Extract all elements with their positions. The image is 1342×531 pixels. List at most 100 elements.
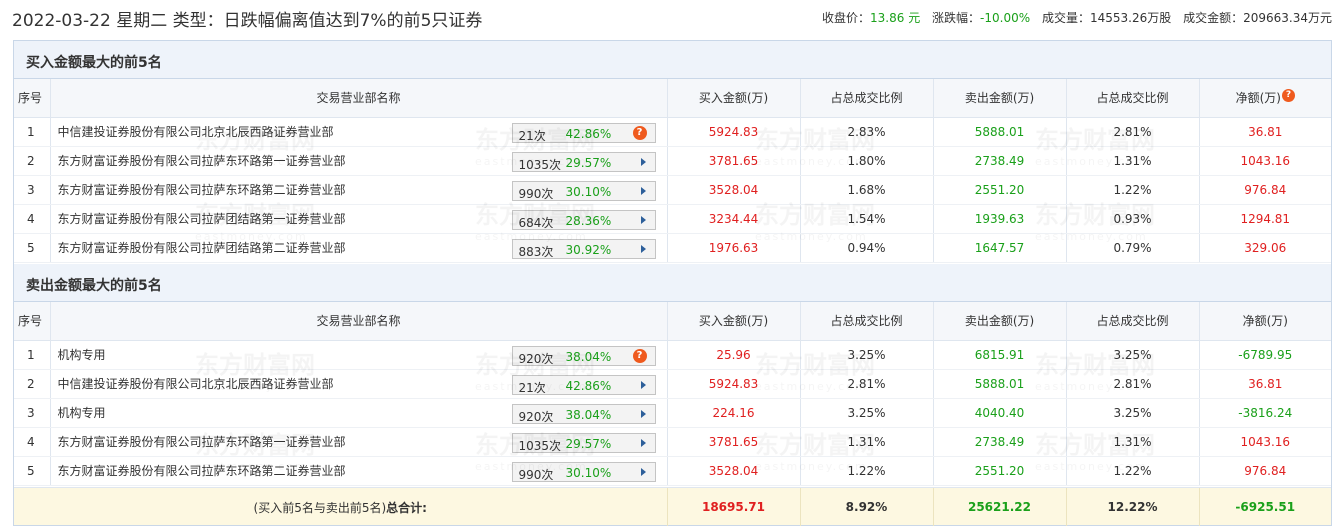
- total-buy: 18695.71: [667, 488, 801, 526]
- table-row[interactable]: 1 中信建投证券股份有限公司北京北辰西路证券营业部 21次 42.86%? 5924.8…: [14, 117, 1331, 147]
- row-seq: 2: [14, 146, 51, 176]
- broker-count: 990次: [518, 467, 554, 482]
- arrow-right-icon[interactable]: [640, 215, 646, 224]
- broker-name[interactable]: 东方财富证券股份有限公司拉萨东环路第一证券营业部: [58, 154, 346, 168]
- arrow-right-icon[interactable]: [640, 409, 646, 418]
- sell-column-header-row: 序号 交易营业部名称 买入金额(万) 占总成交比例 卖出金额(万) 占总成交比例 净额(万): [14, 302, 1331, 341]
- broker-count: 21次: [518, 128, 546, 143]
- table-row[interactable]: 2 东方财富证券股份有限公司拉萨东环路第一证券营业部 1035次 29.57% 3781…: [14, 146, 1331, 176]
- question-icon[interactable]: ?: [1281, 89, 1295, 103]
- broker-count: 883次: [518, 244, 554, 259]
- broker-stats-badge[interactable]: 990次 30.10%: [511, 461, 656, 482]
- row-seq: 4: [14, 204, 51, 234]
- quote-summary: 收盘价：13.86 元 涨跌幅：-10.00% 成交量：14553.26万股 成…: [822, 9, 1332, 26]
- sell-section-header: 卖出金额最大的前5名: [14, 264, 1331, 302]
- row-net: 1294.81: [1199, 204, 1331, 234]
- row-sell-ratio: 2.81%: [1066, 369, 1200, 399]
- row-broker-cell: 东方财富证券股份有限公司拉萨东环路第二证券营业部 990次 30.10%: [50, 175, 668, 205]
- row-sell: 4040.40: [933, 398, 1067, 428]
- broker-stats-badge[interactable]: 1035次 29.57%: [511, 432, 656, 453]
- table-row[interactable]: 5 东方财富证券股份有限公司拉萨东环路第二证券营业部 990次 30.10% 3528.…: [14, 456, 1331, 486]
- page-title: 2022-03-22 星期二 类型：日跌幅偏离值达到7%的前5只证券: [12, 11, 483, 31]
- total-sell-ratio: 12.22%: [1066, 488, 1200, 526]
- row-sell: 5888.01: [933, 117, 1067, 147]
- broker-win-rate: 29.57%: [565, 436, 612, 451]
- row-buy-ratio: 0.94%: [800, 233, 934, 263]
- arrow-right-icon[interactable]: [640, 438, 646, 447]
- broker-stats-badge[interactable]: 21次 42.86%: [511, 374, 656, 395]
- buy-table: 序号 交易营业部名称 买入金额(万) 占总成交比例 卖出金额(万) 占总成交比例 净额(万)…: [14, 79, 1331, 263]
- row-sell-ratio: 0.93%: [1066, 204, 1200, 234]
- row-buy: 5924.83: [667, 117, 801, 147]
- row-seq: 5: [14, 233, 51, 263]
- row-seq: 2: [14, 369, 51, 399]
- row-net: 36.81: [1199, 369, 1331, 399]
- broker-name[interactable]: 机构专用: [58, 348, 106, 362]
- broker-name[interactable]: 东方财富证券股份有限公司拉萨东环路第一证券营业部: [58, 435, 346, 449]
- row-net: 1043.16: [1199, 146, 1331, 176]
- col-sell: 卖出金额(万): [933, 302, 1067, 341]
- broker-win-rate: 30.10%: [565, 184, 612, 199]
- broker-stats-badge[interactable]: 920次 38.04%: [511, 403, 656, 424]
- broker-count: 920次: [518, 351, 554, 366]
- buy-section-title: 买入金额最大的前5名: [26, 55, 162, 71]
- row-seq: 5: [14, 456, 51, 486]
- row-buy-ratio: 1.22%: [800, 456, 934, 486]
- broker-name[interactable]: 东方财富证券股份有限公司拉萨团结路第二证券营业部: [58, 241, 346, 255]
- table-row[interactable]: 1 机构专用 920次 38.04%? 25.96 3.25% 6815.91 3.25% -6…: [14, 340, 1331, 370]
- row-buy: 224.16: [667, 398, 801, 428]
- col-name: 交易营业部名称: [50, 79, 668, 118]
- row-net: 1043.16: [1199, 427, 1331, 457]
- table-row[interactable]: 3 东方财富证券股份有限公司拉萨东环路第二证券营业部 990次 30.10% 3528.…: [14, 175, 1331, 205]
- row-broker-cell: 机构专用 920次 38.04%?: [50, 340, 668, 370]
- row-buy-ratio: 1.68%: [800, 175, 934, 205]
- close-price-value: 13.86 元: [870, 11, 921, 25]
- row-net: -6789.95: [1199, 340, 1331, 370]
- row-net: 36.81: [1199, 117, 1331, 147]
- broker-stats-badge[interactable]: 920次 38.04%?: [511, 345, 656, 366]
- row-seq: 4: [14, 427, 51, 457]
- question-icon[interactable]: ?: [632, 348, 647, 363]
- broker-win-rate: 42.86%: [565, 378, 612, 393]
- broker-stats-badge[interactable]: 1035次 29.57%: [511, 151, 656, 172]
- row-sell: 1647.57: [933, 233, 1067, 263]
- broker-name[interactable]: 中信建投证券股份有限公司北京北辰西路证券营业部: [58, 377, 334, 391]
- broker-win-rate: 29.57%: [565, 155, 612, 170]
- col-buy-ratio: 占总成交比例: [800, 302, 934, 341]
- total-buy-ratio: 8.92%: [800, 488, 934, 526]
- col-net-label: 净额(万): [1242, 314, 1288, 329]
- table-row[interactable]: 3 机构专用 920次 38.04% 224.16 3.25% 4040.40 3.25% -3…: [14, 398, 1331, 428]
- col-sell: 卖出金额(万): [933, 79, 1067, 118]
- broker-name[interactable]: 东方财富证券股份有限公司拉萨东环路第二证券营业部: [58, 183, 346, 197]
- arrow-right-icon[interactable]: [640, 157, 646, 166]
- row-broker-cell: 中信建投证券股份有限公司北京北辰西路证券营业部 21次 42.86%: [50, 369, 668, 399]
- table-row[interactable]: 5 东方财富证券股份有限公司拉萨团结路第二证券营业部 883次 30.92% 1976.…: [14, 233, 1331, 263]
- row-broker-cell: 中信建投证券股份有限公司北京北辰西路证券营业部 21次 42.86%?: [50, 117, 668, 147]
- row-sell-ratio: 3.25%: [1066, 340, 1200, 370]
- broker-name[interactable]: 中信建投证券股份有限公司北京北辰西路证券营业部: [58, 125, 334, 139]
- row-sell-ratio: 1.31%: [1066, 427, 1200, 457]
- broker-stats-badge[interactable]: 21次 42.86%?: [511, 122, 656, 143]
- close-price-label: 收盘价：: [822, 11, 871, 25]
- broker-stats-badge[interactable]: 990次 30.10%: [511, 180, 656, 201]
- broker-count: 21次: [518, 380, 546, 395]
- table-row[interactable]: 2 中信建投证券股份有限公司北京北辰西路证券营业部 21次 42.86% 5924.83…: [14, 369, 1331, 399]
- table-row[interactable]: 4 东方财富证券股份有限公司拉萨团结路第一证券营业部 684次 28.36% 3234.…: [14, 204, 1331, 234]
- row-buy-ratio: 3.25%: [800, 340, 934, 370]
- broker-count: 684次: [518, 215, 554, 230]
- volume-label: 成交量：: [1041, 11, 1090, 25]
- arrow-right-icon[interactable]: [640, 186, 646, 195]
- question-icon[interactable]: ?: [632, 125, 647, 140]
- broker-stats-badge[interactable]: 883次 30.92%: [511, 238, 656, 259]
- broker-stats-badge[interactable]: 684次 28.36%: [511, 209, 656, 230]
- arrow-right-icon[interactable]: [640, 380, 646, 389]
- arrow-right-icon[interactable]: [640, 244, 646, 253]
- broker-name[interactable]: 机构专用: [58, 406, 106, 420]
- broker-name[interactable]: 东方财富证券股份有限公司拉萨东环路第二证券营业部: [58, 464, 346, 478]
- broker-name[interactable]: 东方财富证券股份有限公司拉萨团结路第一证券营业部: [58, 212, 346, 226]
- table-row[interactable]: 4 东方财富证券股份有限公司拉萨东环路第一证券营业部 1035次 29.57% 3781…: [14, 427, 1331, 457]
- row-broker-cell: 东方财富证券股份有限公司拉萨东环路第一证券营业部 1035次 29.57%: [50, 146, 668, 176]
- arrow-right-icon[interactable]: [640, 467, 646, 476]
- row-buy: 3234.44: [667, 204, 801, 234]
- broker-win-rate: 30.10%: [565, 465, 612, 480]
